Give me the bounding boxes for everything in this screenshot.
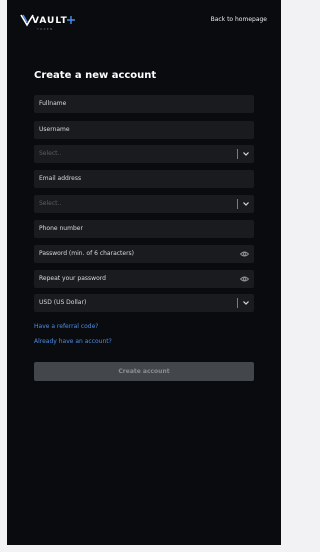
- email-field[interactable]: Email address: [34, 170, 254, 188]
- email-label: Email address: [39, 175, 82, 182]
- select-2-separator: [237, 199, 238, 209]
- chevron-down-icon[interactable]: [242, 150, 250, 158]
- select-1-separator: [237, 149, 238, 159]
- fullname-label: Fullname: [39, 100, 67, 107]
- phone-field[interactable]: Phone number: [34, 220, 254, 238]
- select-1-placeholder: Select..: [39, 150, 62, 157]
- repeat-password-label: Repeat your password: [39, 275, 106, 282]
- header: VAULT TOKEN Back to homepage: [7, 0, 281, 44]
- username-field[interactable]: Username: [34, 121, 254, 139]
- currency-value: USD (US Dollar): [39, 299, 87, 306]
- brand-name: VAULT: [32, 16, 68, 26]
- phone-label: Phone number: [39, 225, 83, 232]
- password-field[interactable]: Password (min. of 6 characters): [34, 245, 254, 263]
- signup-page: VAULT TOKEN Back to homepage Create a ne…: [7, 0, 281, 545]
- username-label: Username: [39, 126, 70, 133]
- create-account-button[interactable]: Create account: [34, 362, 254, 381]
- eye-icon[interactable]: [240, 275, 249, 283]
- login-link[interactable]: Already have an account?: [34, 338, 112, 345]
- chevron-down-icon[interactable]: [242, 299, 250, 307]
- eye-icon[interactable]: [240, 250, 249, 258]
- back-to-homepage-link[interactable]: Back to homepage: [211, 16, 267, 23]
- referral-code-link[interactable]: Have a referral code?: [34, 323, 99, 330]
- currency-select[interactable]: USD (US Dollar): [34, 294, 254, 312]
- fullname-field[interactable]: Fullname: [34, 95, 254, 113]
- repeat-password-field[interactable]: Repeat your password: [34, 270, 254, 288]
- currency-separator: [237, 298, 238, 308]
- logo-plus-icon: [67, 16, 75, 24]
- select-2-placeholder: Select..: [39, 200, 62, 207]
- brand-logo[interactable]: VAULT TOKEN: [20, 13, 80, 33]
- password-label: Password (min. of 6 characters): [39, 250, 135, 257]
- select-field-1[interactable]: Select..: [34, 145, 254, 163]
- chevron-down-icon[interactable]: [242, 200, 250, 208]
- page-title: Create a new account: [34, 70, 157, 81]
- brand-tagline: TOKEN: [37, 27, 54, 31]
- select-field-2[interactable]: Select..: [34, 195, 254, 213]
